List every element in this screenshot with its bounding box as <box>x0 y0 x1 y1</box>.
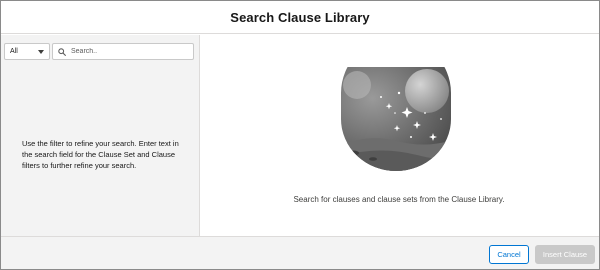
insert-clause-button[interactable]: Insert Clause <box>535 245 595 264</box>
help-text: Use the filter to refine your search. En… <box>22 139 179 170</box>
space-planet-illustration <box>341 67 451 171</box>
modal-title: Search Clause Library <box>230 9 370 25</box>
search-input[interactable] <box>71 48 188 55</box>
modal-body: All Use the filter to refine your search… <box>1 35 599 236</box>
cancel-button[interactable]: Cancel <box>489 245 529 264</box>
search-icon <box>58 47 66 56</box>
empty-state-text: Search for clauses and clause sets from … <box>293 195 505 204</box>
filter-select-value: All <box>10 48 18 55</box>
filter-bar: All <box>4 43 194 60</box>
modal-header: Search Clause Library <box>1 1 599 34</box>
modal-footer: Cancel Insert Clause <box>1 236 599 269</box>
search-clause-library-modal: Search Clause Library All Use the filter… <box>0 0 600 270</box>
filter-select[interactable]: All <box>4 43 50 60</box>
search-box[interactable] <box>52 43 194 60</box>
filter-panel: All Use the filter to refine your search… <box>1 35 200 236</box>
results-area: Search for clauses and clause sets from … <box>200 35 599 236</box>
chevron-down-icon <box>38 49 44 54</box>
